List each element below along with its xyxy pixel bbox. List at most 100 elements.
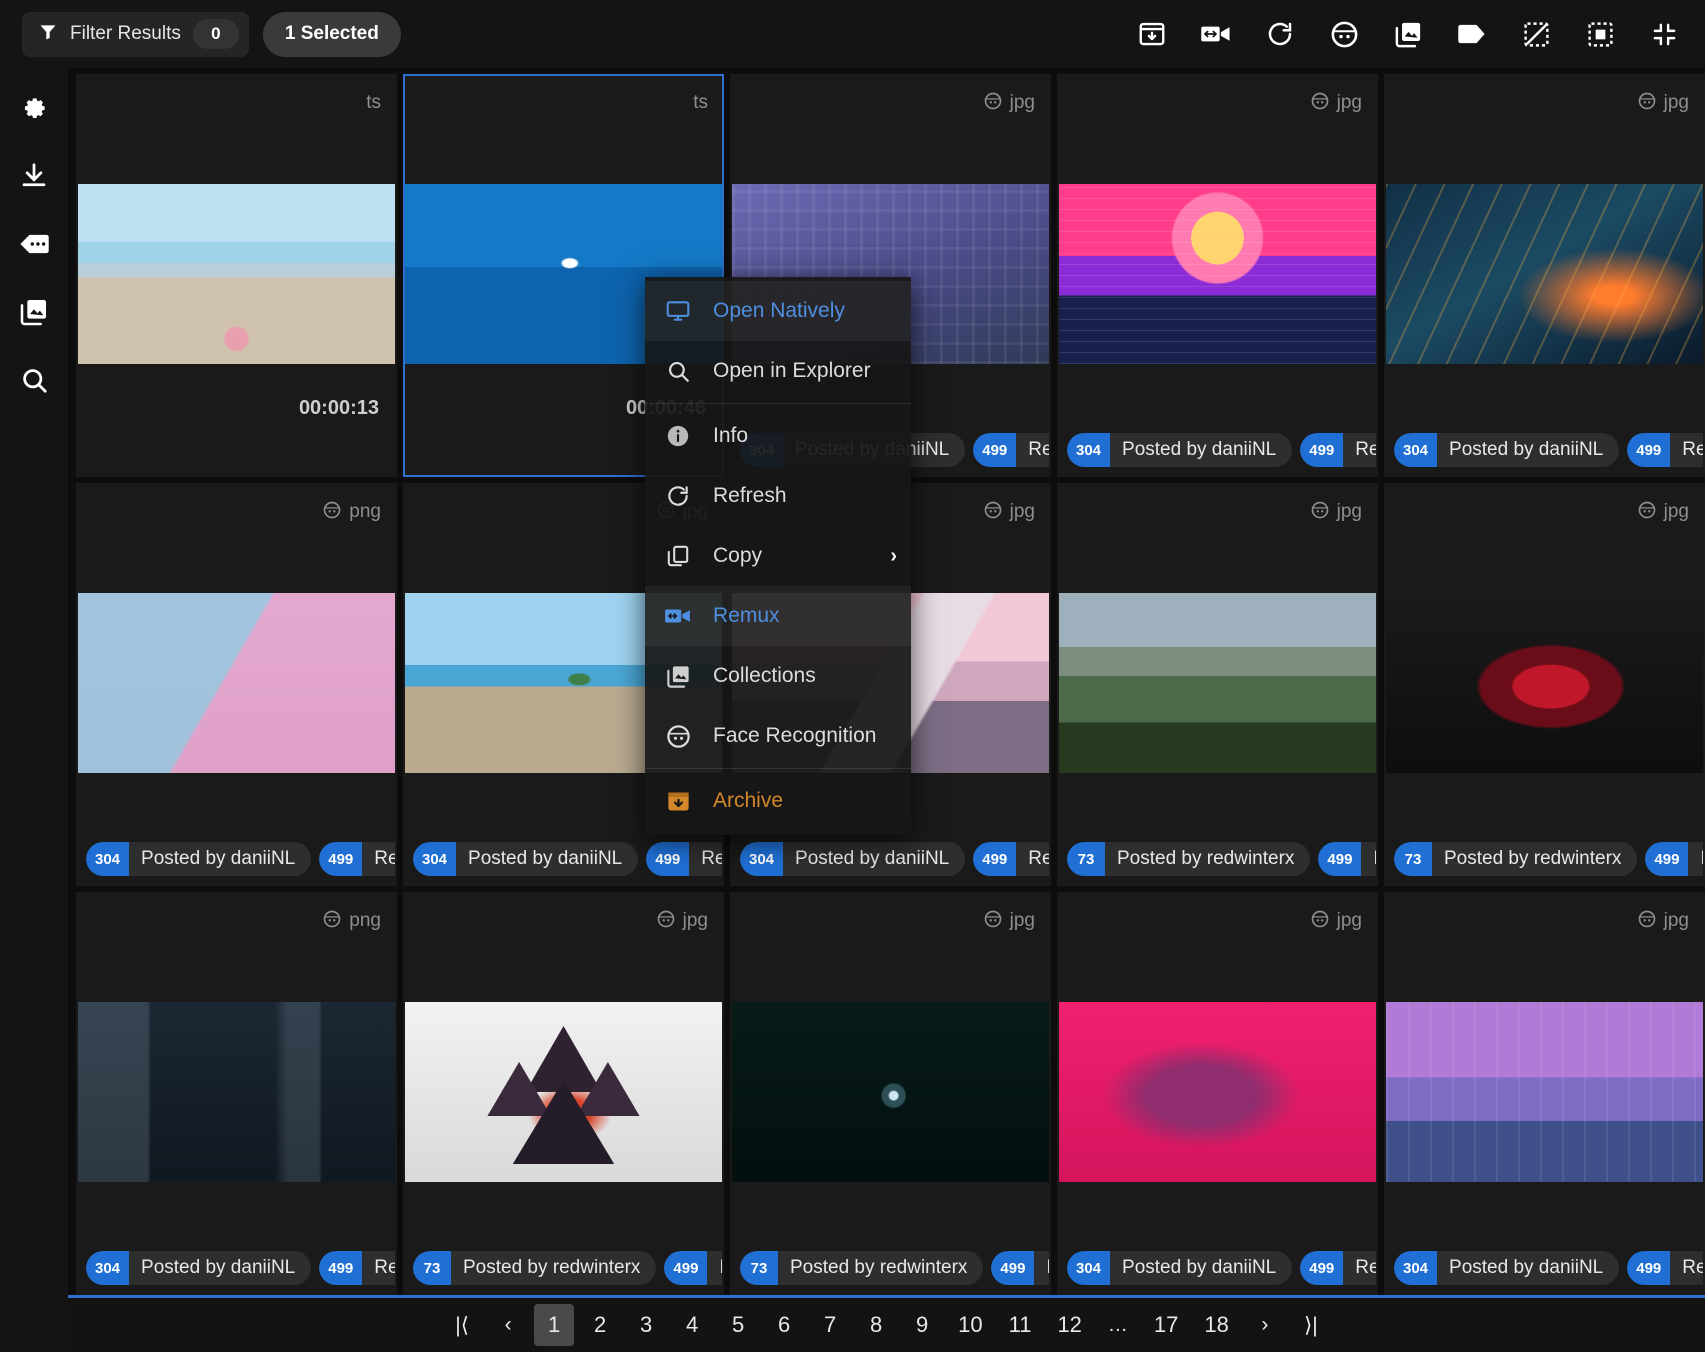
remux-icon[interactable] [1199,17,1233,51]
menu-item-open-in-explorer[interactable]: Open in Explorer [645,341,911,401]
tag-icon[interactable] [1455,17,1489,51]
tag-badge[interactable]: 499Reddit [664,1251,722,1285]
menu-item-label: Info [713,424,749,447]
tag-badge[interactable]: 304 Posted by daniiNL [1394,433,1620,467]
media-card[interactable]: jpg 304 Posted by daniiNL 499 Reddit [1384,892,1705,1295]
pagination-page-5[interactable]: 5 [718,1304,758,1346]
tag-badge[interactable]: 304 Posted by daniiNL [740,842,966,876]
sidebar-item-settings[interactable] [14,90,54,130]
tag-count: 304 [1394,433,1438,467]
menu-item-archive[interactable]: Archive [645,771,911,831]
tag-badge[interactable]: 499Reddit [991,1251,1049,1285]
select-all-icon[interactable] [1583,17,1617,51]
archive-icon[interactable] [1135,17,1169,51]
face-icon [656,909,676,934]
pagination-page-1[interactable]: 1 [534,1304,575,1346]
media-card[interactable]: jpg 73 Posted by redwinterx 499Reddit [730,892,1051,1295]
menu-item-open-natively[interactable]: Open Natively [645,281,911,341]
menu-item-refresh[interactable]: Refresh [645,466,911,526]
tag-count: 304 [1067,1251,1111,1285]
tag-count: 73 [413,1251,451,1285]
tag-badge[interactable]: 304 Posted by daniiNL [1067,433,1293,467]
thumbnail [732,1002,1049,1182]
tag-count: 499 [646,842,690,876]
tag-badge[interactable]: 73 Posted by redwinterx [413,1251,657,1285]
tag-label: Posted by redwinterx [1444,848,1622,869]
refresh-icon[interactable] [1263,17,1297,51]
tag-label: Posted by daniiNL [1122,1257,1277,1278]
pagination-page-12[interactable]: 12 [1047,1304,1091,1346]
pagination-page-10[interactable]: 10 [948,1304,992,1346]
card-tags: 304 Posted by daniiNL 499 Reddit [413,842,722,876]
tag-label: Posted by redwinterx [1117,848,1295,869]
pagination-last[interactable]: ⟩| [1291,1304,1331,1346]
pagination-page-3[interactable]: 3 [626,1304,666,1346]
pagination-page-11[interactable]: 11 [999,1304,1042,1346]
pagination-first[interactable]: |⟨ [442,1304,482,1346]
card-header: jpg [1059,76,1376,130]
menu-item-copy[interactable]: Copy › [645,526,911,586]
menu-item-info[interactable]: Info [645,406,911,466]
tag-badge[interactable]: 73 Posted by redwinterx [1067,842,1311,876]
media-card[interactable]: png 304 Posted by daniiNL 499 Reddit [76,483,397,886]
tag-count: 304 [1394,1251,1438,1285]
tag-badge[interactable]: 304 Posted by daniiNL [86,1251,312,1285]
tag-badge[interactable]: 304 Posted by daniiNL [413,842,639,876]
media-card[interactable]: ts 00:00:13 [76,74,397,477]
pagination-page-2[interactable]: 2 [580,1304,620,1346]
selected-count-chip[interactable]: 1 Selected [262,11,401,57]
sidebar-item-downloads[interactable] [14,158,54,198]
pagination-page-17[interactable]: 17 [1144,1304,1188,1346]
sidebar-item-tags[interactable] [14,226,54,266]
face-recognition-icon[interactable] [1327,17,1361,51]
tag-badge[interactable]: 499Reddit [1627,1251,1703,1285]
tag-badge[interactable]: 499 Reddit [646,842,722,876]
pagination-prev[interactable]: ‹ [488,1304,528,1346]
tag-badge[interactable]: 499Reddit [973,433,1049,467]
collapse-icon[interactable] [1647,17,1681,51]
tag-badge[interactable]: 499Reddit [1300,433,1376,467]
deselect-all-icon[interactable] [1519,17,1553,51]
card-tags: 304 Posted by daniiNL 499 Reddit [740,842,1049,876]
menu-item-face-recognition[interactable]: Face Recognition [645,706,911,766]
pagination-page-9[interactable]: 9 [902,1304,942,1346]
collections-icon[interactable] [1391,17,1425,51]
media-card[interactable]: jpg 73 Posted by redwinterx 499Reddit [1057,483,1378,886]
media-card[interactable]: jpg 73 Posted by redwinterx 499Reddit [1384,483,1705,886]
pagination-page-18[interactable]: 18 [1194,1304,1238,1346]
tag-badge[interactable]: 499Reddit [319,842,395,876]
tag-badge[interactable]: 304 Posted by daniiNL [1067,1251,1293,1285]
menu-item-collections[interactable]: Collections [645,646,911,706]
tag-badge[interactable]: 304 Posted by daniiNL [86,842,312,876]
tag-badge[interactable]: 73 Posted by redwinterx [740,1251,984,1285]
tag-label: Reddit [701,848,722,869]
filter-results-button[interactable]: Filter Results 0 [22,11,249,57]
context-menu: Open Natively Open in Explorer Info Refresh… [645,277,911,835]
tag-badge[interactable]: 499Reddit [1645,842,1703,876]
tag-badge[interactable]: 499Reddit [1300,1251,1376,1285]
menu-item-remux[interactable]: Remux [645,586,911,646]
media-card[interactable]: png 304 Posted by daniiNL 499 Reddit [76,892,397,1295]
pagination-page-6[interactable]: 6 [764,1304,804,1346]
sidebar-item-collections[interactable] [14,294,54,334]
sidebar-item-search[interactable] [14,362,54,402]
tag-badge[interactable]: 499Reddit [1627,433,1703,467]
media-card[interactable]: jpg 304 Posted by daniiNL 499 Reddit [1384,74,1705,477]
tag-badge[interactable]: 73 Posted by redwinterx [1394,842,1638,876]
media-card[interactable]: jpg 73 Posted by redwinterx 499Reddit [403,892,724,1295]
pagination-page-4[interactable]: 4 [672,1304,712,1346]
pagination-next[interactable]: › [1245,1304,1285,1346]
pagination-ellipsis[interactable]: … [1098,1304,1138,1346]
pagination-page-8[interactable]: 8 [856,1304,896,1346]
face-icon [1310,909,1330,934]
media-card[interactable]: jpg 304 Posted by daniiNL 499 Reddit [1057,74,1378,477]
face-icon [983,500,1003,525]
thumbnail [78,593,395,773]
tag-badge[interactable]: 499Reddit [973,842,1049,876]
tag-badge[interactable]: 499Reddit [1318,842,1376,876]
media-card[interactable]: jpg 304 Posted by daniiNL 499 Reddit [1057,892,1378,1295]
pagination-page-7[interactable]: 7 [810,1304,850,1346]
file-extension-label: jpg [1009,501,1035,522]
tag-badge[interactable]: 304 Posted by daniiNL [1394,1251,1620,1285]
tag-badge[interactable]: 499Reddit [319,1251,395,1285]
